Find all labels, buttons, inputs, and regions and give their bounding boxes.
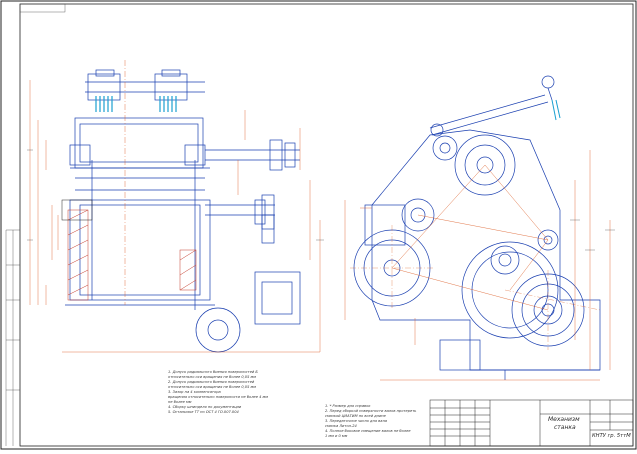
drawing-sheet: 1. Допуск радиального биения поверхносте… [0,0,637,450]
left-view [65,69,301,353]
title-block [429,399,634,447]
title-name-line1: Механизм [548,416,580,423]
drawing-svg [0,0,637,450]
note-line: 5. Остальные ТТ по ОСТ 4 ГО.007.004 [168,410,239,414]
left-view-hatch [61,199,197,301]
motor-coils [95,96,177,112]
note-line: 1 мм и 0 мм [325,434,348,438]
lever-handle [551,99,561,121]
title-name-line2: станка [554,424,576,431]
notes-right: 1. * Размер для справок 2. Перед сборкой… [325,404,416,439]
sheet-border [0,0,637,450]
notes-left: 1. Допуск радиального биения поверхносте… [168,370,268,415]
left-strip [5,229,20,446]
title-code: КНТУ гр. 5ттМ [592,433,631,439]
right-view [353,75,601,380]
top-left-stamp [19,3,66,13]
left-dimensions [29,80,321,353]
